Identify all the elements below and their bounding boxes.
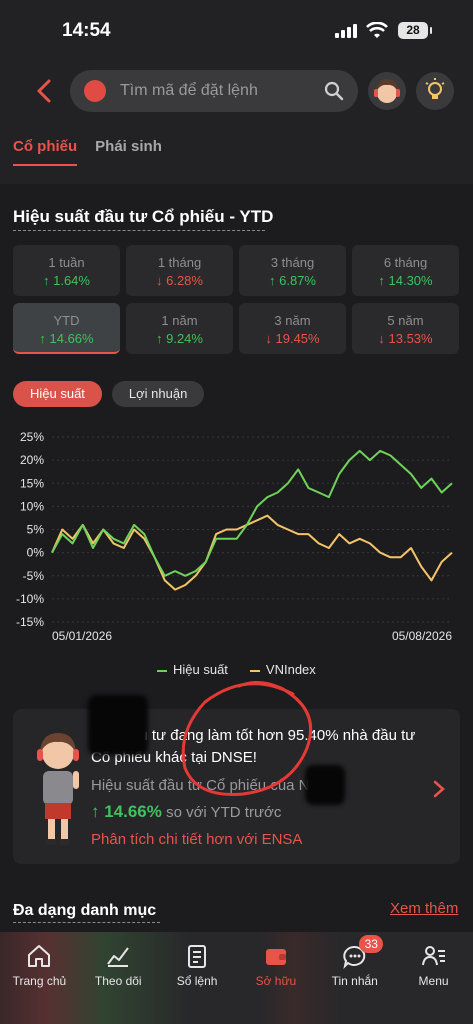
performance-chart: 25% 20% 15% 10% 5% 0% -5% -10% -15% 05/01/2026 05/… bbox=[16, 430, 453, 643]
tab-derivatives[interactable]: Phái sinh bbox=[95, 138, 162, 166]
y-tick-label: 10% bbox=[20, 499, 44, 513]
ranking-value: ↑ 14.66% so với YTD trước bbox=[91, 802, 282, 821]
nav-order-book[interactable]: Sổ lệnh bbox=[158, 932, 237, 1024]
y-tick-label: -10% bbox=[16, 592, 44, 606]
y-tick-label: -15% bbox=[16, 615, 44, 629]
y-tick-label: 15% bbox=[20, 476, 44, 490]
lightbulb-icon[interactable] bbox=[416, 72, 454, 110]
menu-icon bbox=[421, 946, 445, 966]
period-3m[interactable]: 3 tháng ↑ 6.87% bbox=[239, 245, 346, 296]
home-icon bbox=[28, 945, 51, 967]
nav-holdings[interactable]: Sở hữu bbox=[236, 932, 315, 1024]
period-6m[interactable]: 6 tháng ↑ 14.30% bbox=[352, 245, 459, 296]
y-tick-label: 5% bbox=[27, 523, 45, 537]
wifi-icon bbox=[366, 22, 388, 38]
search-input[interactable]: Tìm mã để đặt lệnh bbox=[70, 70, 358, 112]
x-tick-label: 05/01/2026 bbox=[52, 629, 112, 643]
metric-toggle: Hiệu suất Lợi nhuận bbox=[13, 381, 205, 407]
status-bar: 14:54 28 bbox=[0, 0, 473, 64]
period-grid: 1 tuần ↑ 1.64% 1 tháng ↓ 6.28% 3 tháng ↑ 6.… bbox=[13, 245, 460, 354]
nav-menu[interactable]: Menu bbox=[394, 932, 473, 1024]
redaction-mark bbox=[88, 695, 148, 755]
y-tick-label: 25% bbox=[20, 430, 44, 444]
wallet-icon bbox=[265, 949, 286, 965]
period-1m[interactable]: 1 tháng ↓ 6.28% bbox=[126, 245, 233, 296]
y-tick-label: 0% bbox=[27, 546, 45, 560]
toggle-performance[interactable]: Hiệu suất bbox=[13, 381, 102, 407]
period-1y[interactable]: 1 năm ↑ 9.24% bbox=[126, 303, 233, 354]
title-underline bbox=[13, 230, 265, 231]
annotation-circle bbox=[181, 681, 313, 796]
period-3y[interactable]: 3 năm ↓ 19.45% bbox=[239, 303, 346, 354]
chart-icon bbox=[107, 947, 130, 967]
diversify-title: Đa dạng danh mục bbox=[13, 902, 157, 919]
x-tick-label: 05/08/2026 bbox=[392, 629, 452, 643]
nav-watchlist[interactable]: Theo dõi bbox=[79, 932, 158, 1024]
asset-tabs: Cổ phiếu Phái sinh bbox=[13, 138, 162, 166]
mascot-illustration bbox=[37, 733, 79, 845]
unread-badge: 33 bbox=[359, 935, 384, 953]
toggle-profit[interactable]: Lợi nhuận bbox=[111, 381, 205, 407]
chevron-right-icon[interactable] bbox=[432, 779, 446, 799]
performance-title: Hiệu suất đầu tư Cổ phiếu - YTD bbox=[13, 207, 274, 226]
see-more-link[interactable]: Xem thêm bbox=[390, 900, 458, 917]
period-1w[interactable]: 1 tuần ↑ 1.64% bbox=[13, 245, 120, 296]
tab-stocks[interactable]: Cổ phiếu bbox=[13, 138, 78, 166]
period-ytd[interactable]: YTD ↑ 14.66% bbox=[13, 303, 120, 354]
avatar[interactable] bbox=[368, 72, 406, 110]
search-icon[interactable] bbox=[324, 81, 344, 101]
y-tick-label: 20% bbox=[20, 453, 44, 467]
y-tick-label: -5% bbox=[23, 569, 45, 583]
order-book-icon bbox=[188, 945, 207, 968]
title-underline bbox=[13, 922, 160, 923]
status-time: 14:54 bbox=[62, 20, 111, 41]
bottom-nav: Trang chủ Theo dõi Sổ lệnh Sở hữu 33 Tin… bbox=[0, 932, 473, 1024]
period-5y[interactable]: 5 năm ↓ 13.53% bbox=[352, 303, 459, 354]
nav-home[interactable]: Trang chủ bbox=[0, 932, 79, 1024]
cellular-signal-icon bbox=[335, 24, 357, 38]
search-placeholder: Tìm mã để đặt lệnh bbox=[120, 82, 258, 99]
header: Tìm mã để đặt lệnh Cổ phiếu Phái sinh bbox=[0, 64, 473, 184]
battery-icon: 28 bbox=[398, 22, 432, 39]
back-arrow-icon[interactable] bbox=[30, 76, 60, 106]
ensa-analysis-link[interactable]: Phân tích chi tiết hơn với ENSA bbox=[91, 831, 302, 848]
dnse-logo-icon bbox=[84, 80, 106, 102]
nav-messages[interactable]: 33 Tin nhắn bbox=[315, 932, 394, 1024]
